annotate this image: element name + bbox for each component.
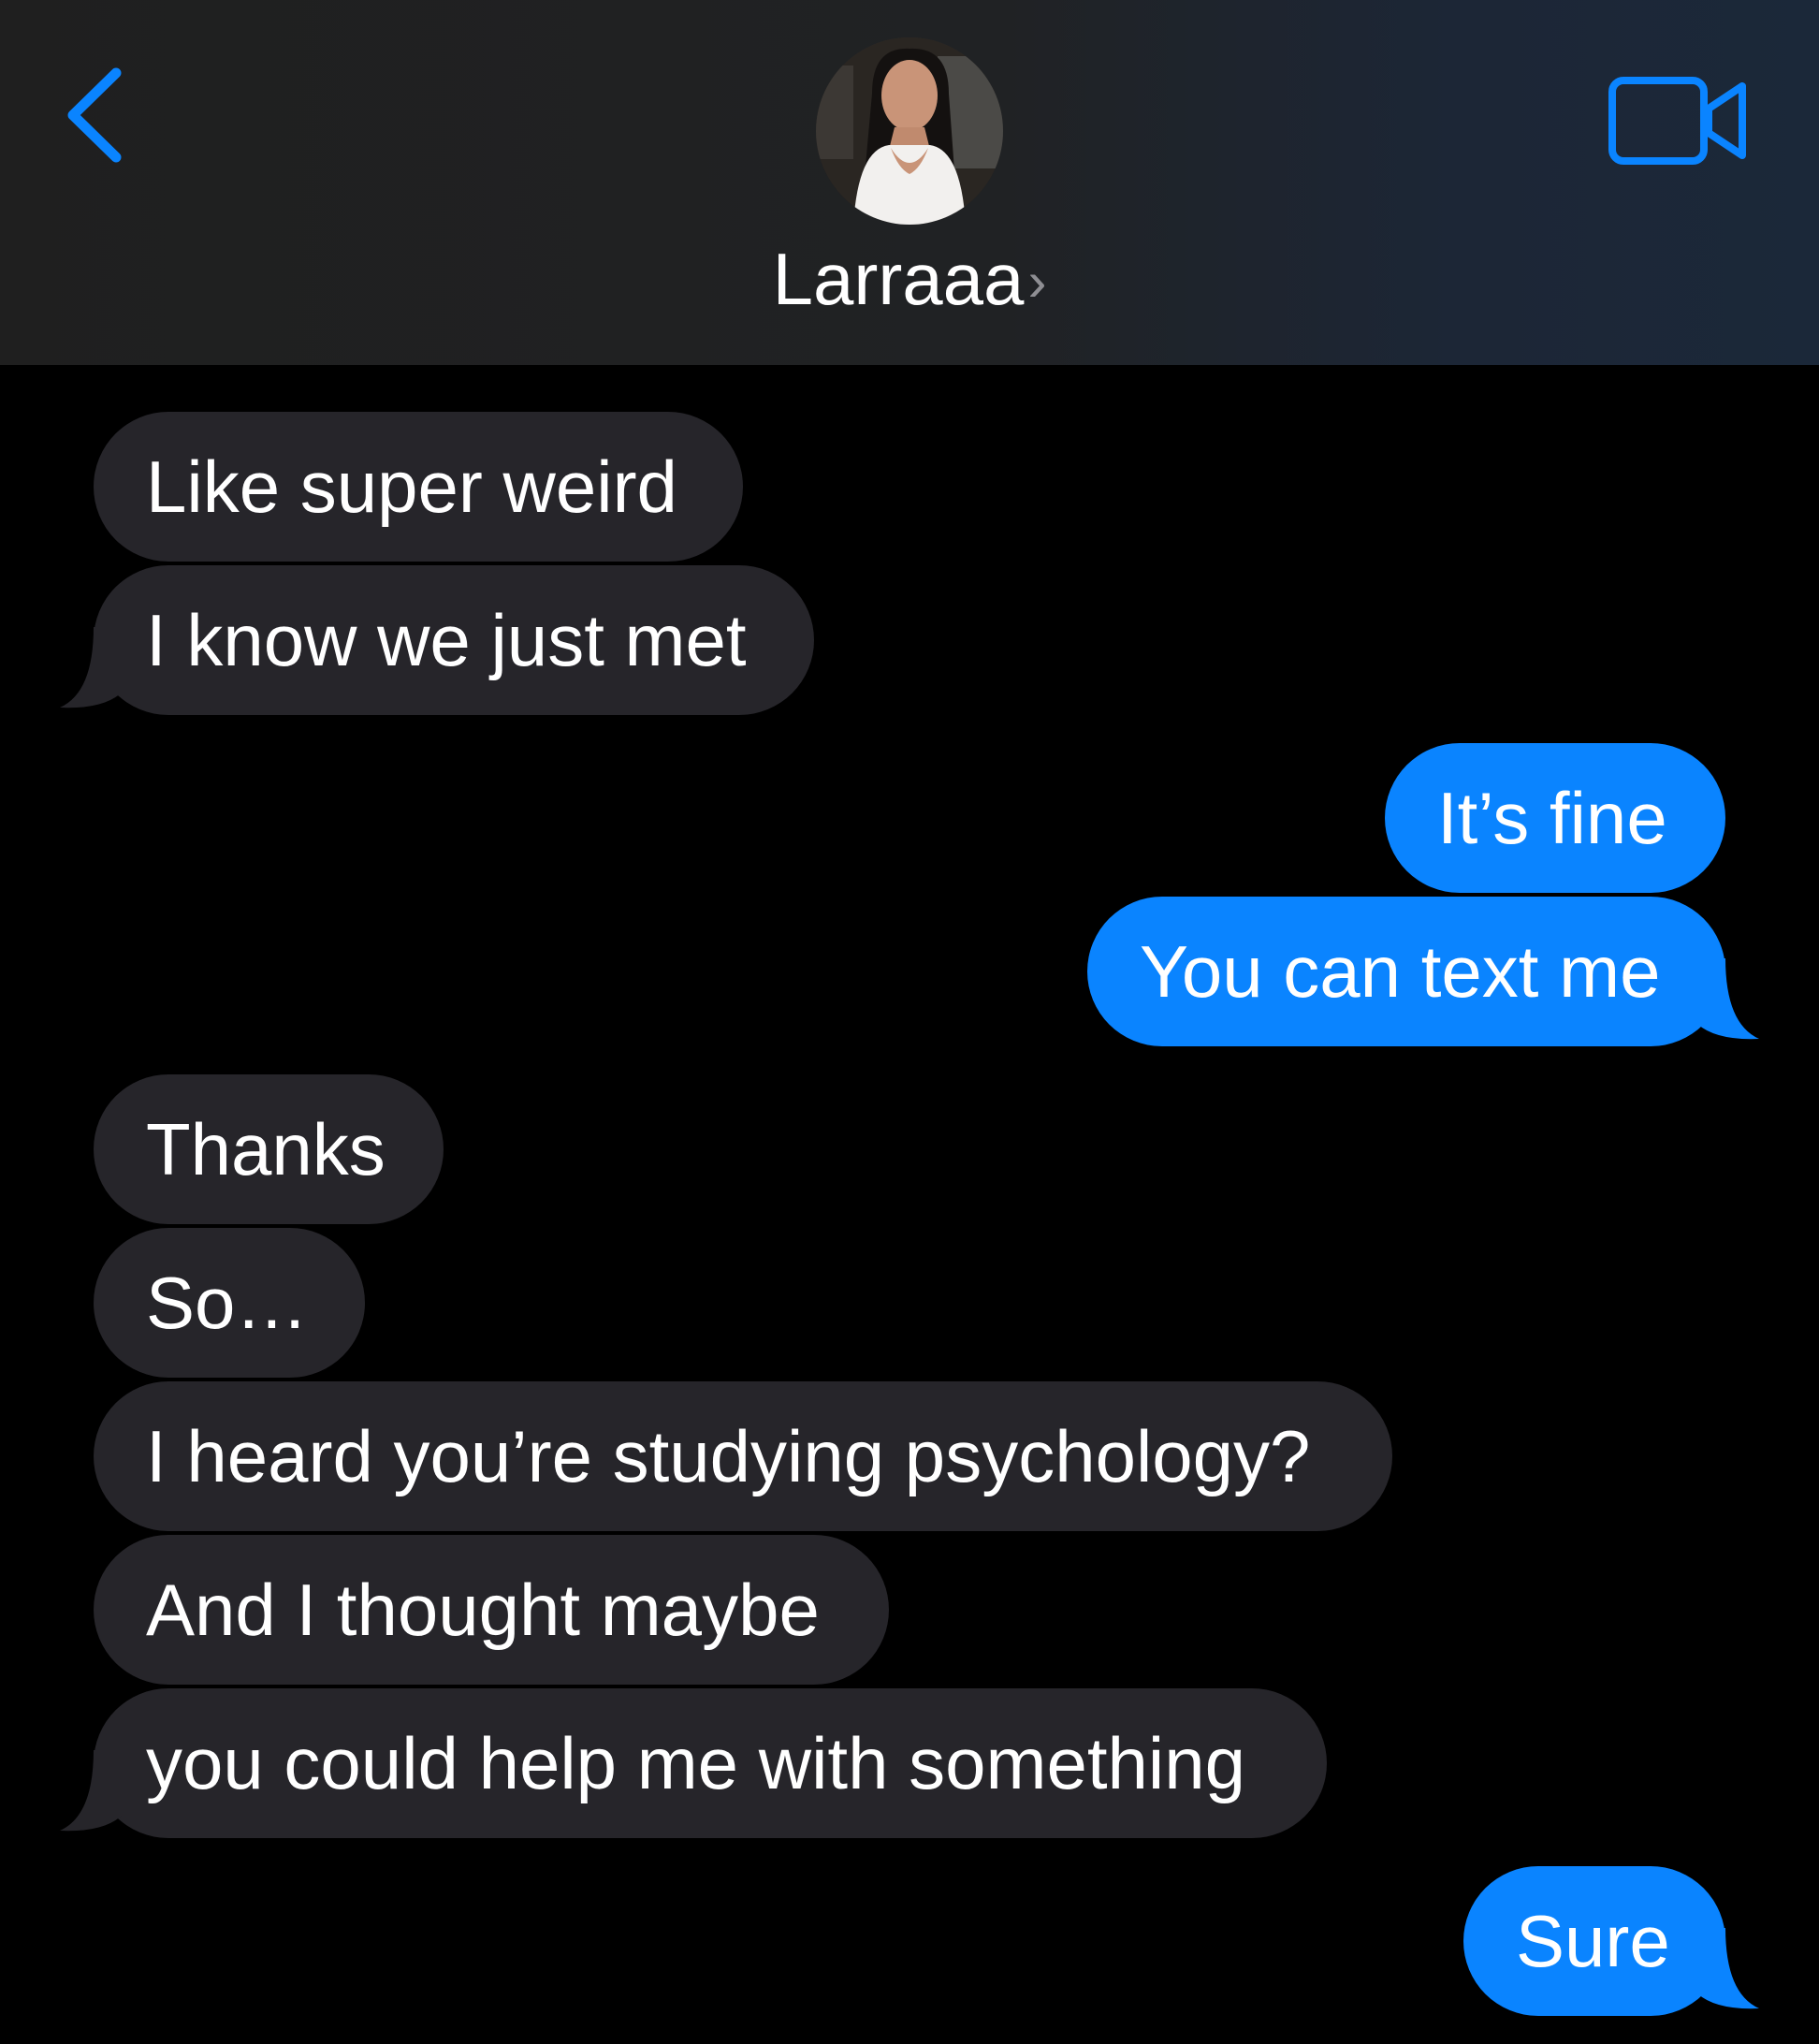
bubble-tail-incoming bbox=[56, 627, 131, 711]
message-text: Like super weird bbox=[146, 445, 677, 528]
message-bubble-incoming[interactable]: So… bbox=[94, 1228, 365, 1378]
bubble-tail-outgoing bbox=[1688, 1928, 1763, 2012]
message-bubble-incoming[interactable]: I know we just met bbox=[94, 565, 814, 715]
video-call-button[interactable] bbox=[1608, 73, 1750, 170]
contact-details-chevron: › bbox=[1027, 250, 1047, 313]
message-text: Sure bbox=[1516, 1900, 1670, 1982]
message-bubble-incoming[interactable]: you could help me with something bbox=[94, 1688, 1327, 1838]
video-camera-icon bbox=[1608, 77, 1746, 165]
message-bubble-incoming[interactable]: Like super weird bbox=[94, 412, 743, 562]
message-text: It’s fine bbox=[1437, 777, 1667, 859]
message-bubble-outgoing[interactable]: It’s fine bbox=[1385, 743, 1725, 893]
back-button[interactable] bbox=[54, 54, 138, 176]
contact-avatar[interactable] bbox=[816, 37, 1003, 225]
message-text: you could help me with something bbox=[146, 1722, 1245, 1804]
bubble-tail-outgoing bbox=[1688, 958, 1763, 1043]
contact-name: Larraaa bbox=[772, 238, 1025, 320]
chevron-left-icon bbox=[67, 67, 122, 163]
message-text: Thanks bbox=[146, 1108, 386, 1190]
message-text: And I thought maybe bbox=[146, 1569, 820, 1651]
contact-name-button[interactable]: Larraaa› bbox=[0, 232, 1819, 328]
message-text: I heard you’re studying psychology? bbox=[146, 1415, 1311, 1497]
message-bubble-outgoing[interactable]: Sure bbox=[1463, 1866, 1725, 2016]
avatar-photo bbox=[816, 37, 1003, 225]
conversation-header: Larraaa› bbox=[0, 0, 1819, 365]
message-bubble-outgoing[interactable]: You can text me bbox=[1087, 897, 1725, 1046]
bubble-tail-incoming bbox=[56, 1750, 131, 1834]
message-text: I know we just met bbox=[146, 599, 747, 681]
message-bubble-incoming[interactable]: Thanks bbox=[94, 1074, 444, 1224]
message-text: So… bbox=[146, 1262, 309, 1344]
message-text: You can text me bbox=[1140, 930, 1661, 1013]
message-bubble-incoming[interactable]: And I thought maybe bbox=[94, 1535, 889, 1685]
message-bubble-incoming[interactable]: I heard you’re studying psychology? bbox=[94, 1381, 1392, 1531]
